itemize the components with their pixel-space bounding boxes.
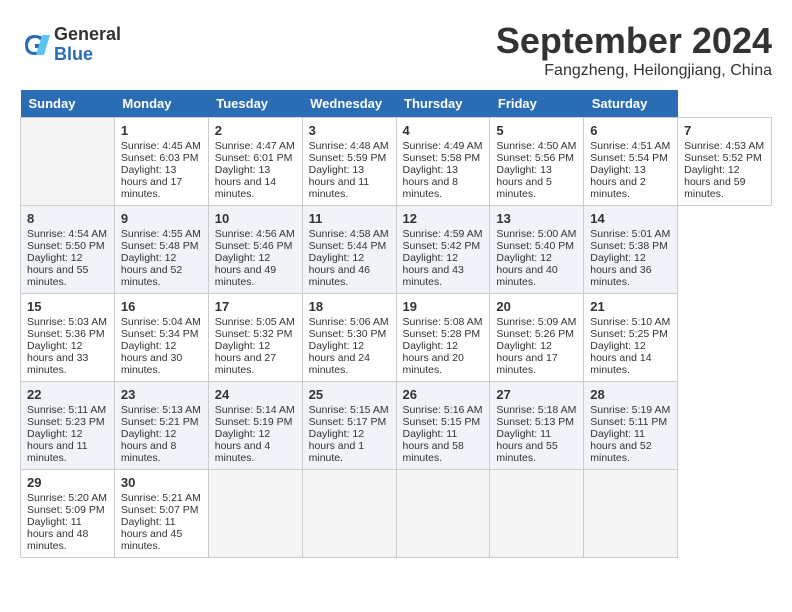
calendar-week-row: 29Sunrise: 5:20 AMSunset: 5:09 PMDayligh… [21, 470, 772, 558]
day-number: 1 [121, 123, 202, 138]
calendar-cell: 29Sunrise: 5:20 AMSunset: 5:09 PMDayligh… [21, 470, 115, 558]
title-area: September 2024 Fangzheng, Heilongjiang, … [496, 20, 772, 80]
calendar-cell: 7Sunrise: 4:53 AMSunset: 5:52 PMDaylight… [678, 118, 772, 206]
calendar-cell: 25Sunrise: 5:15 AMSunset: 5:17 PMDayligh… [302, 382, 396, 470]
calendar-cell: 21Sunrise: 5:10 AMSunset: 5:25 PMDayligh… [584, 294, 678, 382]
calendar-week-row: 1Sunrise: 4:45 AMSunset: 6:03 PMDaylight… [21, 118, 772, 206]
calendar-cell: 23Sunrise: 5:13 AMSunset: 5:21 PMDayligh… [114, 382, 208, 470]
calendar-cell: 2Sunrise: 4:47 AMSunset: 6:01 PMDaylight… [208, 118, 302, 206]
day-number: 15 [27, 299, 108, 314]
calendar-cell: 3Sunrise: 4:48 AMSunset: 5:59 PMDaylight… [302, 118, 396, 206]
logo-text: General Blue [54, 25, 121, 65]
calendar-cell: 22Sunrise: 5:11 AMSunset: 5:23 PMDayligh… [21, 382, 115, 470]
day-number: 16 [121, 299, 202, 314]
calendar-cell [302, 470, 396, 558]
day-number: 11 [309, 211, 390, 226]
day-number: 25 [309, 387, 390, 402]
day-number: 3 [309, 123, 390, 138]
calendar-cell: 1Sunrise: 4:45 AMSunset: 6:03 PMDaylight… [114, 118, 208, 206]
location-title: Fangzheng, Heilongjiang, China [496, 62, 772, 80]
day-number: 27 [496, 387, 577, 402]
calendar-cell [584, 470, 678, 558]
day-number: 7 [684, 123, 765, 138]
day-number: 17 [215, 299, 296, 314]
day-number: 14 [590, 211, 671, 226]
calendar-cell: 17Sunrise: 5:05 AMSunset: 5:32 PMDayligh… [208, 294, 302, 382]
calendar-cell: 10Sunrise: 4:56 AMSunset: 5:46 PMDayligh… [208, 206, 302, 294]
calendar-cell [21, 118, 115, 206]
logo-icon [20, 30, 50, 60]
day-number: 21 [590, 299, 671, 314]
calendar-table: SundayMondayTuesdayWednesdayThursdayFrid… [20, 90, 772, 558]
calendar-cell: 26Sunrise: 5:16 AMSunset: 5:15 PMDayligh… [396, 382, 490, 470]
calendar-cell: 8Sunrise: 4:54 AMSunset: 5:50 PMDaylight… [21, 206, 115, 294]
weekday-header: Friday [490, 90, 584, 118]
calendar-cell: 18Sunrise: 5:06 AMSunset: 5:30 PMDayligh… [302, 294, 396, 382]
calendar-cell [208, 470, 302, 558]
calendar-cell: 30Sunrise: 5:21 AMSunset: 5:07 PMDayligh… [114, 470, 208, 558]
day-number: 12 [403, 211, 484, 226]
day-number: 8 [27, 211, 108, 226]
weekday-header: Wednesday [302, 90, 396, 118]
weekday-header: Monday [114, 90, 208, 118]
calendar-cell: 24Sunrise: 5:14 AMSunset: 5:19 PMDayligh… [208, 382, 302, 470]
calendar-week-row: 15Sunrise: 5:03 AMSunset: 5:36 PMDayligh… [21, 294, 772, 382]
day-number: 23 [121, 387, 202, 402]
day-number: 9 [121, 211, 202, 226]
calendar-cell: 27Sunrise: 5:18 AMSunset: 5:13 PMDayligh… [490, 382, 584, 470]
calendar-cell: 20Sunrise: 5:09 AMSunset: 5:26 PMDayligh… [490, 294, 584, 382]
day-number: 22 [27, 387, 108, 402]
logo-blue-text: Blue [54, 45, 121, 65]
day-number: 19 [403, 299, 484, 314]
day-number: 29 [27, 475, 108, 490]
day-number: 2 [215, 123, 296, 138]
day-number: 6 [590, 123, 671, 138]
logo: General Blue [20, 25, 121, 65]
month-title: September 2024 [496, 20, 772, 62]
day-number: 20 [496, 299, 577, 314]
day-number: 13 [496, 211, 577, 226]
day-number: 28 [590, 387, 671, 402]
day-number: 10 [215, 211, 296, 226]
logo-general-text: General [54, 25, 121, 45]
weekday-header: Sunday [21, 90, 115, 118]
calendar-cell [490, 470, 584, 558]
calendar-cell: 19Sunrise: 5:08 AMSunset: 5:28 PMDayligh… [396, 294, 490, 382]
calendar-cell: 14Sunrise: 5:01 AMSunset: 5:38 PMDayligh… [584, 206, 678, 294]
calendar-cell: 15Sunrise: 5:03 AMSunset: 5:36 PMDayligh… [21, 294, 115, 382]
calendar-cell: 28Sunrise: 5:19 AMSunset: 5:11 PMDayligh… [584, 382, 678, 470]
day-number: 26 [403, 387, 484, 402]
day-number: 24 [215, 387, 296, 402]
calendar-cell: 9Sunrise: 4:55 AMSunset: 5:48 PMDaylight… [114, 206, 208, 294]
day-number: 4 [403, 123, 484, 138]
weekday-header: Tuesday [208, 90, 302, 118]
day-number: 5 [496, 123, 577, 138]
calendar-cell: 11Sunrise: 4:58 AMSunset: 5:44 PMDayligh… [302, 206, 396, 294]
calendar-cell: 6Sunrise: 4:51 AMSunset: 5:54 PMDaylight… [584, 118, 678, 206]
calendar-cell: 12Sunrise: 4:59 AMSunset: 5:42 PMDayligh… [396, 206, 490, 294]
calendar-cell [396, 470, 490, 558]
calendar-cell: 16Sunrise: 5:04 AMSunset: 5:34 PMDayligh… [114, 294, 208, 382]
weekday-header: Thursday [396, 90, 490, 118]
calendar-week-row: 8Sunrise: 4:54 AMSunset: 5:50 PMDaylight… [21, 206, 772, 294]
calendar-cell: 4Sunrise: 4:49 AMSunset: 5:58 PMDaylight… [396, 118, 490, 206]
weekday-header: Saturday [584, 90, 678, 118]
calendar-week-row: 22Sunrise: 5:11 AMSunset: 5:23 PMDayligh… [21, 382, 772, 470]
calendar-cell: 5Sunrise: 4:50 AMSunset: 5:56 PMDaylight… [490, 118, 584, 206]
calendar-cell: 13Sunrise: 5:00 AMSunset: 5:40 PMDayligh… [490, 206, 584, 294]
day-number: 30 [121, 475, 202, 490]
header: General Blue September 2024 Fangzheng, H… [20, 20, 772, 80]
day-number: 18 [309, 299, 390, 314]
weekday-header-row: SundayMondayTuesdayWednesdayThursdayFrid… [21, 90, 772, 118]
